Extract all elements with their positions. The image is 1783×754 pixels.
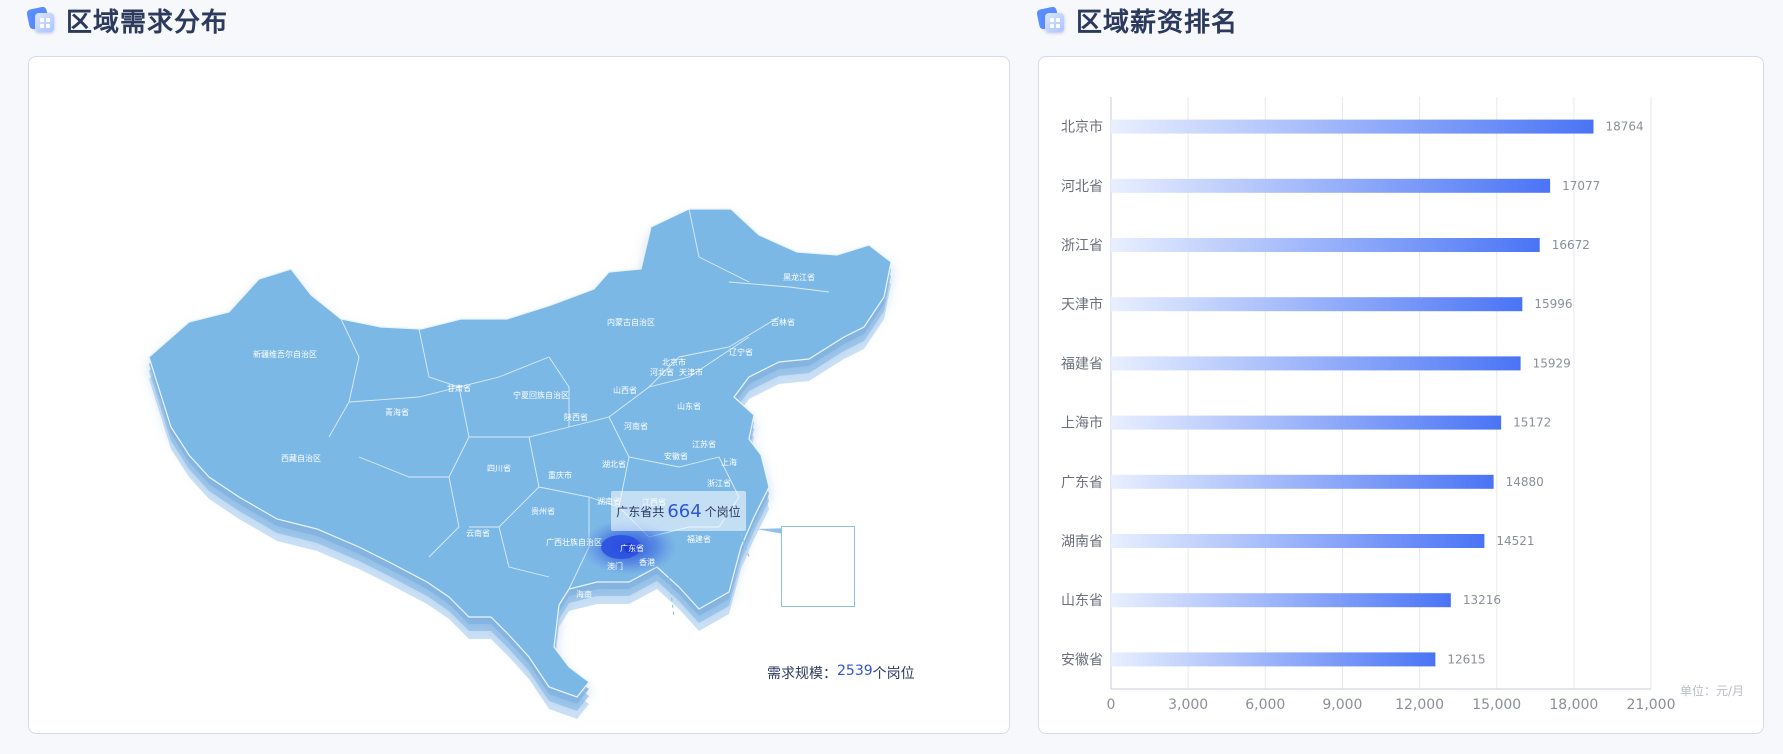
x-tick-label: 15,000 bbox=[1472, 697, 1521, 713]
province-label: 河南省 bbox=[624, 421, 648, 431]
province-label: 澳门 bbox=[607, 561, 623, 571]
province-label: 新疆维吾尔自治区 bbox=[253, 349, 317, 359]
bar-value-label: 16672 bbox=[1552, 238, 1590, 252]
bar-panel-header: 区域薪资排名 bbox=[1036, 2, 1239, 38]
province-label: 山东省 bbox=[677, 401, 701, 411]
bar-value-label: 15996 bbox=[1534, 297, 1572, 311]
province-label: 广西壮族自治区 bbox=[546, 537, 602, 547]
province-label: 青海省 bbox=[385, 407, 409, 417]
bar-panel-title: 区域薪资排名 bbox=[1076, 7, 1239, 38]
x-tick-label: 9,000 bbox=[1322, 697, 1362, 713]
x-tick-label: 6,000 bbox=[1245, 697, 1285, 713]
bar[interactable] bbox=[1111, 415, 1502, 430]
category-label: 上海市 bbox=[1061, 415, 1103, 432]
bar-card: 0 3,000 6,000 9,000 12,000 15,000 18,000 21,000… bbox=[1038, 56, 1764, 734]
province-label: 贵州省 bbox=[531, 506, 555, 516]
panel-title-icon bbox=[26, 6, 56, 34]
panel-title-icon bbox=[1036, 6, 1066, 34]
map-tooltip: 广东省共 664 个岗位 bbox=[611, 491, 746, 531]
province-label: 江苏省 bbox=[692, 439, 716, 449]
province-label: 广东省 bbox=[620, 543, 644, 553]
tooltip-value: 664 bbox=[667, 500, 702, 522]
province-label: 西藏自治区 bbox=[281, 453, 321, 463]
bar-value-label: 15929 bbox=[1533, 356, 1571, 370]
province-label: 宁夏回族自治区 bbox=[513, 390, 569, 400]
bar[interactable] bbox=[1111, 297, 1523, 312]
province-label: 吉林省 bbox=[771, 317, 795, 327]
x-tick-label: 18,000 bbox=[1549, 697, 1598, 713]
province-label: 天津市 bbox=[679, 367, 703, 377]
unit-label: 单位：元/月 bbox=[1680, 683, 1744, 698]
map-surface bbox=[148, 208, 892, 698]
x-tick-label: 21,000 bbox=[1627, 697, 1676, 713]
bar-value-label: 14880 bbox=[1506, 475, 1544, 489]
province-label: 浙江省 bbox=[707, 478, 731, 488]
bar[interactable] bbox=[1111, 119, 1594, 134]
province-label: 陕西省 bbox=[564, 412, 588, 422]
bar-value-label: 14521 bbox=[1496, 534, 1534, 548]
category-label: 河北省 bbox=[1061, 179, 1103, 195]
map-panel-header: 区域需求分布 bbox=[26, 2, 229, 38]
category-label: 湖南省 bbox=[1061, 534, 1103, 550]
province-label: 北京市 bbox=[662, 357, 686, 367]
province-label: 上海 bbox=[721, 457, 737, 467]
bar-value-label: 17077 bbox=[1562, 179, 1600, 193]
bar-value-label: 15172 bbox=[1513, 416, 1551, 430]
category-label: 广东省 bbox=[1061, 475, 1103, 491]
bar[interactable] bbox=[1111, 534, 1485, 548]
bar-value-label: 13216 bbox=[1463, 593, 1501, 607]
tooltip-prefix: 广东省共 bbox=[616, 504, 665, 519]
demand-label: 需求规模： bbox=[767, 666, 837, 682]
province-label: 甘肃省 bbox=[447, 383, 471, 393]
bar[interactable] bbox=[1111, 178, 1551, 193]
bar[interactable] bbox=[1111, 356, 1521, 371]
bar[interactable] bbox=[1111, 238, 1540, 252]
map-card: 黑龙江省吉林省辽宁省 内蒙古自治区北京市 天津市 河北省山西省山东省河南省江苏省 安徽省… bbox=[28, 56, 1010, 734]
demand-summary: 需求规模： 2539 个岗位 bbox=[767, 663, 915, 683]
x-tick-label: 0 bbox=[1107, 697, 1116, 713]
province-label: 重庆市 bbox=[548, 470, 572, 480]
province-label: 四川省 bbox=[487, 463, 511, 473]
map-panel-title: 区域需求分布 bbox=[66, 7, 229, 38]
province-label: 香港 bbox=[639, 557, 655, 567]
category-label: 安徽省 bbox=[1061, 652, 1103, 668]
province-label: 福建省 bbox=[687, 534, 711, 544]
province-label: 河北省 bbox=[650, 367, 674, 377]
x-tick-label: 3,000 bbox=[1168, 697, 1208, 713]
demand-value: 2539 bbox=[837, 663, 873, 679]
bar[interactable] bbox=[1111, 593, 1451, 608]
bar[interactable] bbox=[1111, 652, 1436, 667]
category-label: 天津市 bbox=[1061, 296, 1103, 313]
bar-value-label: 12615 bbox=[1447, 652, 1485, 666]
china-map[interactable]: 黑龙江省吉林省辽宁省 内蒙古自治区北京市天津市河北省山西省山东省河南省江苏省安徽省… bbox=[29, 57, 1009, 733]
demand-suffix: 个岗位 bbox=[872, 666, 915, 682]
province-label: 安徽省 bbox=[664, 451, 688, 461]
category-label: 山东省 bbox=[1061, 593, 1103, 609]
tooltip-suffix: 个岗位 bbox=[704, 504, 741, 519]
province-label: 黑龙江省 bbox=[783, 272, 815, 282]
province-label: 云南省 bbox=[466, 528, 490, 538]
province-label: 山西省 bbox=[613, 385, 637, 395]
province-label: 湖北省 bbox=[602, 459, 626, 469]
province-label: 内蒙古自治区 bbox=[607, 317, 655, 327]
salary-bar-chart: 0 3,000 6,000 9,000 12,000 15,000 18,000 21,000… bbox=[1061, 97, 1744, 713]
category-label: 福建省 bbox=[1061, 356, 1103, 372]
category-label: 浙江省 bbox=[1061, 238, 1103, 254]
south-china-sea-inset bbox=[781, 526, 855, 607]
province-label: 海南 bbox=[576, 589, 592, 599]
x-tick-label: 12,000 bbox=[1395, 697, 1444, 713]
bar-value-label: 18764 bbox=[1606, 120, 1644, 134]
province-label: 辽宁省 bbox=[729, 347, 753, 357]
bar[interactable] bbox=[1111, 474, 1494, 489]
category-label: 北京市 bbox=[1061, 119, 1103, 136]
